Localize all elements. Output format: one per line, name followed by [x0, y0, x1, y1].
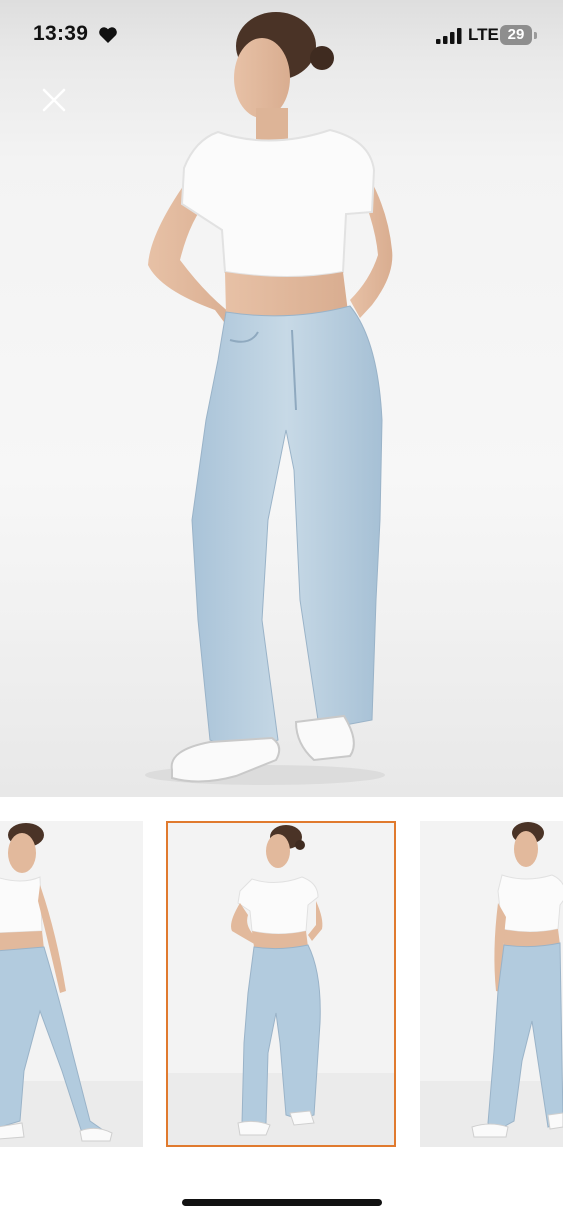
product-image-viewer: 13:39 LTE 29	[0, 0, 563, 1219]
signal-icon	[436, 28, 462, 44]
close-icon	[42, 88, 66, 112]
thumbnail-2-image	[168, 823, 394, 1145]
battery-level: 29	[507, 26, 525, 43]
battery-tip	[534, 32, 537, 39]
home-indicator[interactable]	[182, 1199, 382, 1206]
thumbnail-1-image	[0, 821, 143, 1147]
status-bar: 13:39 LTE 29	[0, 0, 563, 72]
close-button[interactable]	[36, 82, 72, 118]
heart-icon	[99, 27, 117, 43]
status-time: 13:39	[33, 22, 89, 45]
network-type: LTE	[468, 25, 499, 44]
thumbnail-strip	[0, 797, 563, 1167]
main-product-photo[interactable]	[0, 0, 563, 797]
thumbnail-3-image	[420, 821, 563, 1147]
battery-icon: 29	[500, 25, 537, 45]
thumbnail-1[interactable]	[0, 821, 143, 1147]
thumbnail-3[interactable]	[420, 821, 563, 1147]
thumbnail-2[interactable]	[166, 821, 396, 1147]
model-figure	[145, 12, 393, 785]
